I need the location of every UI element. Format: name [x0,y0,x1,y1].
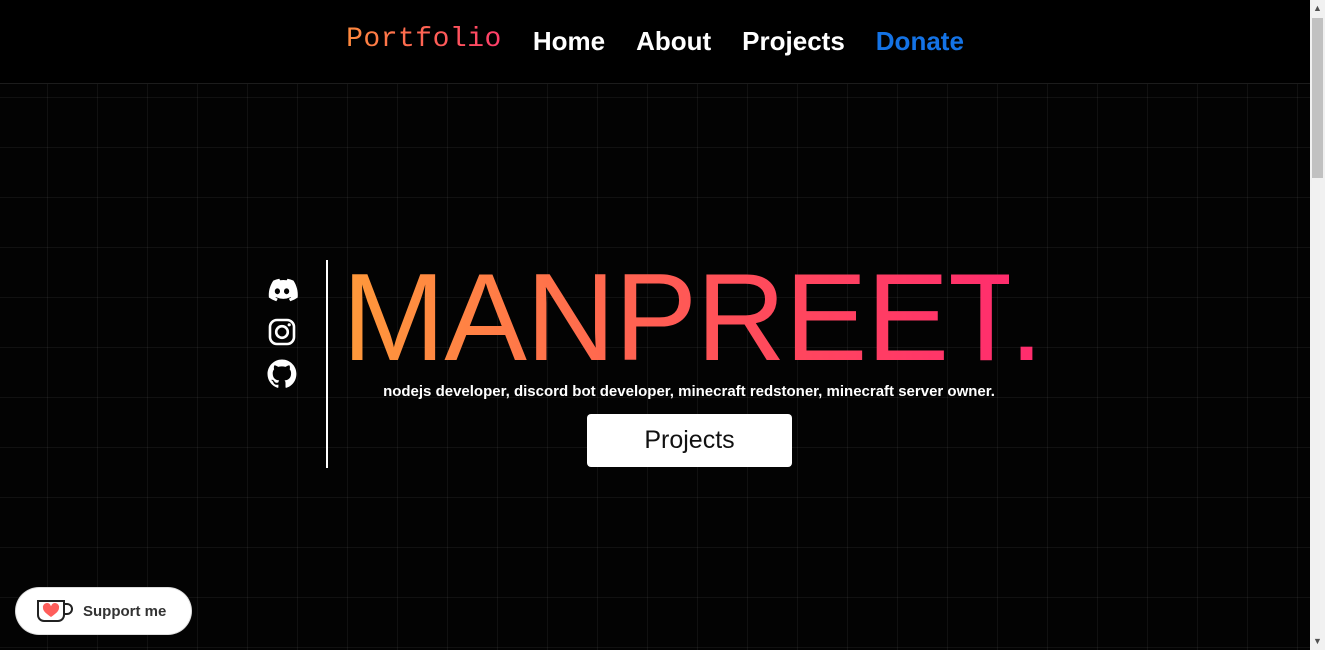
brand-logo[interactable]: Portfolio [346,24,502,55]
vertical-scrollbar[interactable]: ▲ ▼ [1310,0,1325,650]
hero-name-text: MANPREET [342,249,1010,387]
scrollbar-thumb[interactable] [1312,18,1323,178]
nav-donate[interactable]: Donate [876,26,964,57]
hero-name-dot: . [1009,249,1043,387]
ko-fi-cup-icon [37,600,73,622]
hero-name: MANPREET. [342,248,1044,388]
support-me-widget[interactable]: Support me [16,588,191,634]
page: Portfolio Home About Projects Donate MAN… [0,0,1310,650]
discord-icon[interactable] [264,272,300,308]
projects-button[interactable]: Projects [587,414,792,467]
github-icon[interactable] [264,356,300,392]
support-me-label: Support me [83,602,167,620]
nav-projects[interactable]: Projects [742,26,845,57]
nav-home[interactable]: Home [533,26,605,57]
hero-tagline: nodejs developer, discord bot developer,… [383,383,995,400]
nav-about[interactable]: About [636,26,711,57]
hero-divider [326,260,328,468]
social-links [262,272,302,392]
scroll-up-arrow-icon[interactable]: ▲ [1310,0,1325,17]
scroll-down-arrow-icon[interactable]: ▼ [1310,633,1325,650]
top-navbar: Portfolio Home About Projects Donate [0,0,1310,84]
instagram-icon[interactable] [264,314,300,350]
